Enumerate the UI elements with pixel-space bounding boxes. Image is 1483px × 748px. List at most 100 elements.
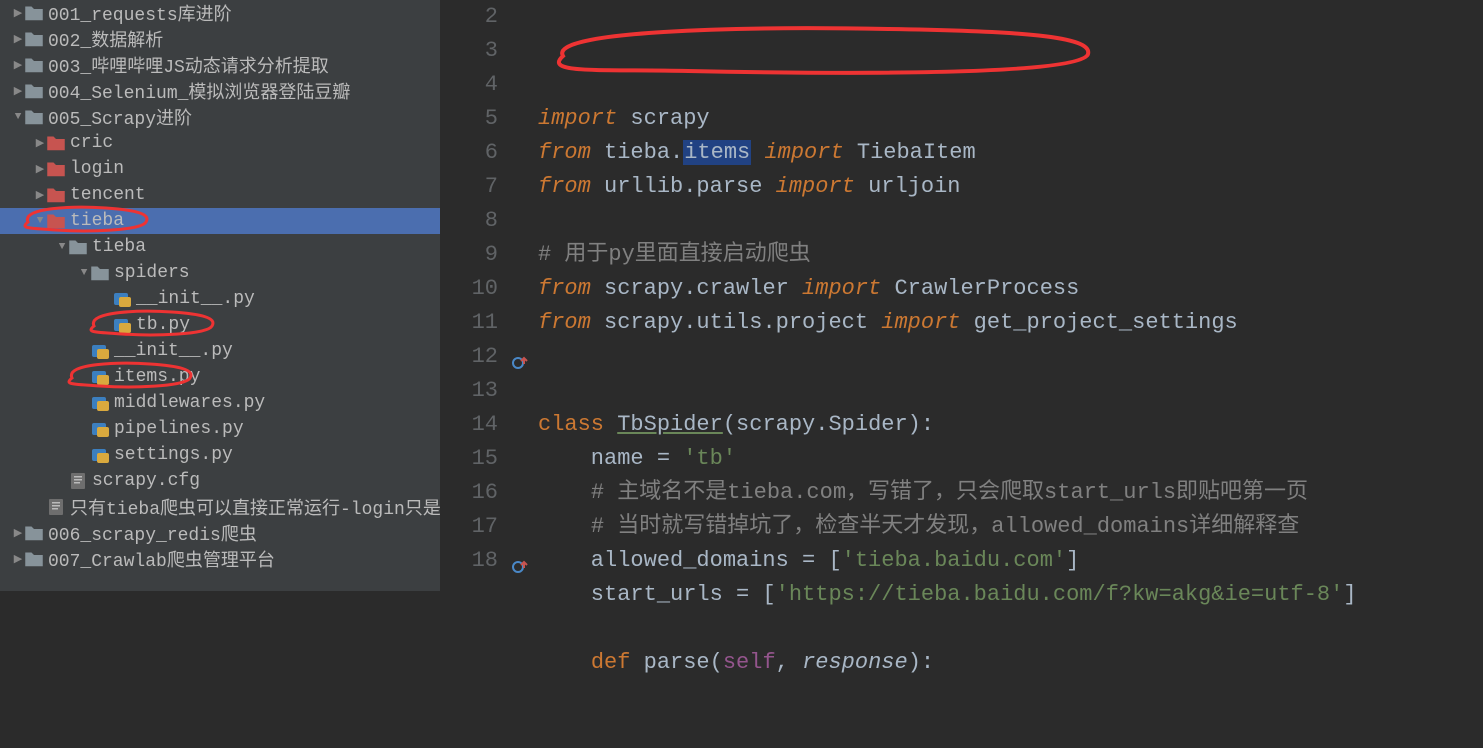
tree-item-002_数据解析[interactable]: 002_数据解析 bbox=[0, 26, 440, 52]
expand-arrow-icon[interactable] bbox=[34, 188, 46, 202]
tree-item-tencent[interactable]: tencent bbox=[0, 182, 440, 208]
expand-arrow-icon[interactable] bbox=[34, 136, 46, 150]
line-number: 14 bbox=[440, 408, 498, 442]
code-editor[interactable]: 23456789101112131415161718 import scrapy… bbox=[440, 0, 1483, 591]
expand-arrow-icon[interactable] bbox=[12, 552, 24, 566]
tree-item-label: tb.py bbox=[136, 315, 190, 335]
code-line[interactable]: from urllib.parse import urljoin bbox=[538, 170, 1483, 204]
code-line[interactable]: def parse(self, response): bbox=[538, 646, 1483, 680]
tree-item-label: cric bbox=[70, 133, 113, 153]
expand-arrow-icon[interactable] bbox=[34, 162, 46, 176]
python-file-icon bbox=[90, 421, 110, 437]
python-file-icon bbox=[90, 343, 110, 359]
tree-item-label: 001_requests库进阶 bbox=[48, 0, 232, 26]
tree-item-tb.py[interactable]: tb.py bbox=[0, 312, 440, 338]
code-line[interactable] bbox=[538, 612, 1483, 646]
tree-item-label: tieba bbox=[70, 211, 124, 231]
override-gutter-icon[interactable] bbox=[511, 350, 531, 384]
expand-arrow-icon[interactable] bbox=[56, 241, 68, 253]
tree-item-004_Selenium_模拟浏览器登陆豆瓣[interactable]: 004_Selenium_模拟浏览器登陆豆瓣 bbox=[0, 78, 440, 104]
expand-arrow-icon[interactable] bbox=[12, 84, 24, 98]
annotation-circle-import bbox=[538, 26, 1098, 82]
tree-item-005_Scrapy进阶[interactable]: 005_Scrapy进阶 bbox=[0, 104, 440, 130]
expand-arrow-icon[interactable] bbox=[12, 58, 24, 72]
code-line[interactable]: start_urls = ['https://tieba.baidu.com/f… bbox=[538, 578, 1483, 612]
text-file-icon bbox=[46, 499, 66, 515]
tree-item-label: tieba bbox=[92, 237, 146, 257]
expand-arrow-icon[interactable] bbox=[12, 6, 24, 20]
line-number: 8 bbox=[440, 204, 498, 238]
line-number: 12 bbox=[440, 340, 498, 374]
code-line[interactable]: from scrapy.crawler import CrawlerProces… bbox=[538, 272, 1483, 306]
line-number-gutter: 23456789101112131415161718 bbox=[440, 0, 508, 591]
code-line[interactable]: # 当时就写错掉坑了，检查半天才发现，allowed_domains详细解释查 bbox=[538, 510, 1483, 544]
line-number: 11 bbox=[440, 306, 498, 340]
tree-item-label: __init__.py bbox=[114, 341, 233, 361]
folder-icon bbox=[90, 264, 110, 282]
python-file-icon bbox=[112, 291, 132, 307]
code-line[interactable]: # 用于py里面直接启动爬虫 bbox=[538, 238, 1483, 272]
tree-item-spiders[interactable]: spiders bbox=[0, 260, 440, 286]
folder-icon bbox=[46, 134, 66, 152]
line-number: 17 bbox=[440, 510, 498, 544]
tree-item-label: 007_Crawlab爬虫管理平台 bbox=[48, 546, 275, 572]
tree-item-label: middlewares.py bbox=[114, 393, 265, 413]
tree-item-tieba[interactable]: tieba bbox=[0, 234, 440, 260]
project-tree[interactable]: 001_requests库进阶002_数据解析003_哔哩哔哩JS动态请求分析提… bbox=[0, 0, 440, 591]
tree-item-label: settings.py bbox=[114, 445, 233, 465]
python-file-icon bbox=[112, 317, 132, 333]
folder-icon bbox=[24, 30, 44, 48]
code-line[interactable]: from scrapy.utils.project import get_pro… bbox=[538, 306, 1483, 340]
code-line[interactable] bbox=[538, 204, 1483, 238]
code-line[interactable]: class TbSpider(scrapy.Spider): bbox=[538, 408, 1483, 442]
code-line[interactable]: # 主域名不是tieba.com，写错了，只会爬取start_urls即贴吧第一… bbox=[538, 476, 1483, 510]
line-number: 7 bbox=[440, 170, 498, 204]
tree-item-label: scrapy.cfg bbox=[92, 471, 200, 491]
expand-arrow-icon[interactable] bbox=[78, 267, 90, 279]
tree-item-__init__.py[interactable]: __init__.py bbox=[0, 286, 440, 312]
tree-item-006_scrapy_redis爬虫[interactable]: 006_scrapy_redis爬虫 bbox=[0, 520, 440, 546]
expand-arrow-icon[interactable] bbox=[12, 32, 24, 46]
tree-item-login[interactable]: login bbox=[0, 156, 440, 182]
tree-item-label: 003_哔哩哔哩JS动态请求分析提取 bbox=[48, 52, 329, 78]
text-file-icon bbox=[68, 473, 88, 489]
tree-item-label: login bbox=[70, 159, 124, 179]
code-area[interactable]: import scrapyfrom tieba.items import Tie… bbox=[538, 0, 1483, 591]
expand-arrow-icon[interactable] bbox=[12, 526, 24, 540]
tree-item-__init__.py[interactable]: __init__.py bbox=[0, 338, 440, 364]
tree-item-scrapy.cfg[interactable]: scrapy.cfg bbox=[0, 468, 440, 494]
tree-item-001_requests库进阶[interactable]: 001_requests库进阶 bbox=[0, 0, 440, 26]
folder-icon bbox=[46, 186, 66, 204]
code-line[interactable] bbox=[538, 374, 1483, 408]
line-number: 6 bbox=[440, 136, 498, 170]
tree-item-只有tieba爬虫可以直接正常运行-login只是模拟登录-c[interactable]: 只有tieba爬虫可以直接正常运行-login只是模拟登录-c bbox=[0, 494, 440, 520]
expand-arrow-icon[interactable] bbox=[12, 111, 24, 123]
code-line[interactable]: from tieba.items import TiebaItem bbox=[538, 136, 1483, 170]
gutter-icons bbox=[508, 0, 538, 591]
code-line[interactable]: name = 'tb' bbox=[538, 442, 1483, 476]
override-gutter-icon[interactable] bbox=[511, 554, 531, 588]
code-line[interactable]: allowed_domains = ['tieba.baidu.com'] bbox=[538, 544, 1483, 578]
line-number: 18 bbox=[440, 544, 498, 578]
line-number: 15 bbox=[440, 442, 498, 476]
folder-icon bbox=[24, 550, 44, 568]
tree-item-middlewares.py[interactable]: middlewares.py bbox=[0, 390, 440, 416]
expand-arrow-icon[interactable] bbox=[34, 215, 46, 227]
tree-item-pipelines.py[interactable]: pipelines.py bbox=[0, 416, 440, 442]
tree-item-label: items.py bbox=[114, 367, 200, 387]
folder-icon bbox=[24, 4, 44, 22]
tree-item-settings.py[interactable]: settings.py bbox=[0, 442, 440, 468]
code-line[interactable]: import scrapy bbox=[538, 102, 1483, 136]
tree-item-label: 005_Scrapy进阶 bbox=[48, 104, 192, 130]
folder-icon bbox=[46, 212, 66, 230]
tree-item-cric[interactable]: cric bbox=[0, 130, 440, 156]
folder-icon bbox=[24, 524, 44, 542]
tree-item-items.py[interactable]: items.py bbox=[0, 364, 440, 390]
code-line[interactable] bbox=[538, 340, 1483, 374]
tree-item-007_Crawlab爬虫管理平台[interactable]: 007_Crawlab爬虫管理平台 bbox=[0, 546, 440, 572]
line-number: 13 bbox=[440, 374, 498, 408]
python-file-icon bbox=[90, 369, 110, 385]
tree-item-label: 006_scrapy_redis爬虫 bbox=[48, 520, 257, 546]
tree-item-tieba[interactable]: tieba bbox=[0, 208, 440, 234]
tree-item-003_哔哩哔哩JS动态请求分析提取[interactable]: 003_哔哩哔哩JS动态请求分析提取 bbox=[0, 52, 440, 78]
